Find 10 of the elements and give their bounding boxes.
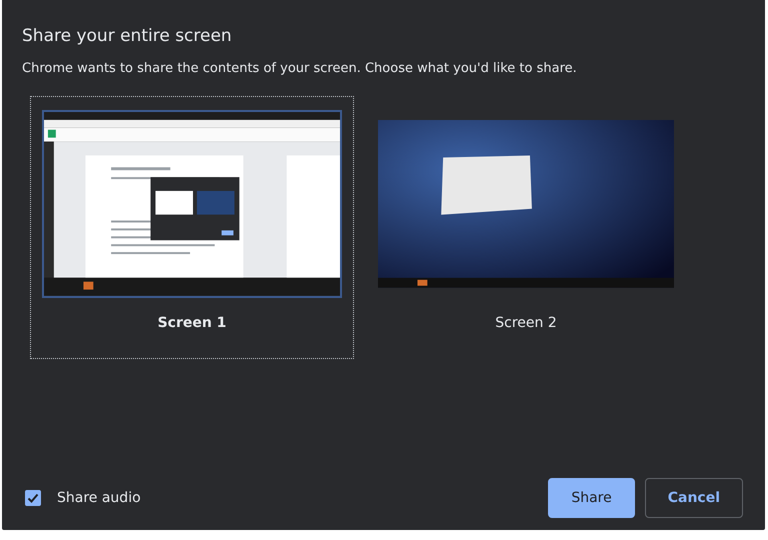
screen-option[interactable]: Screen 2 <box>364 96 688 359</box>
dialog-description: Chrome wants to share the contents of your screen. Choose what you'd like to share. <box>22 61 578 76</box>
screen-option[interactable]: Screen 1 <box>30 96 354 359</box>
cancel-button[interactable]: Cancel <box>644 478 743 518</box>
screen-label: Screen 1 <box>158 315 226 331</box>
screen-label: Screen 2 <box>495 315 557 331</box>
share-audio-checkbox[interactable] <box>25 490 41 506</box>
share-button[interactable]: Share <box>548 478 635 518</box>
dialog-title: Share your entire screen <box>22 26 233 46</box>
share-audio-label: Share audio <box>57 490 141 506</box>
